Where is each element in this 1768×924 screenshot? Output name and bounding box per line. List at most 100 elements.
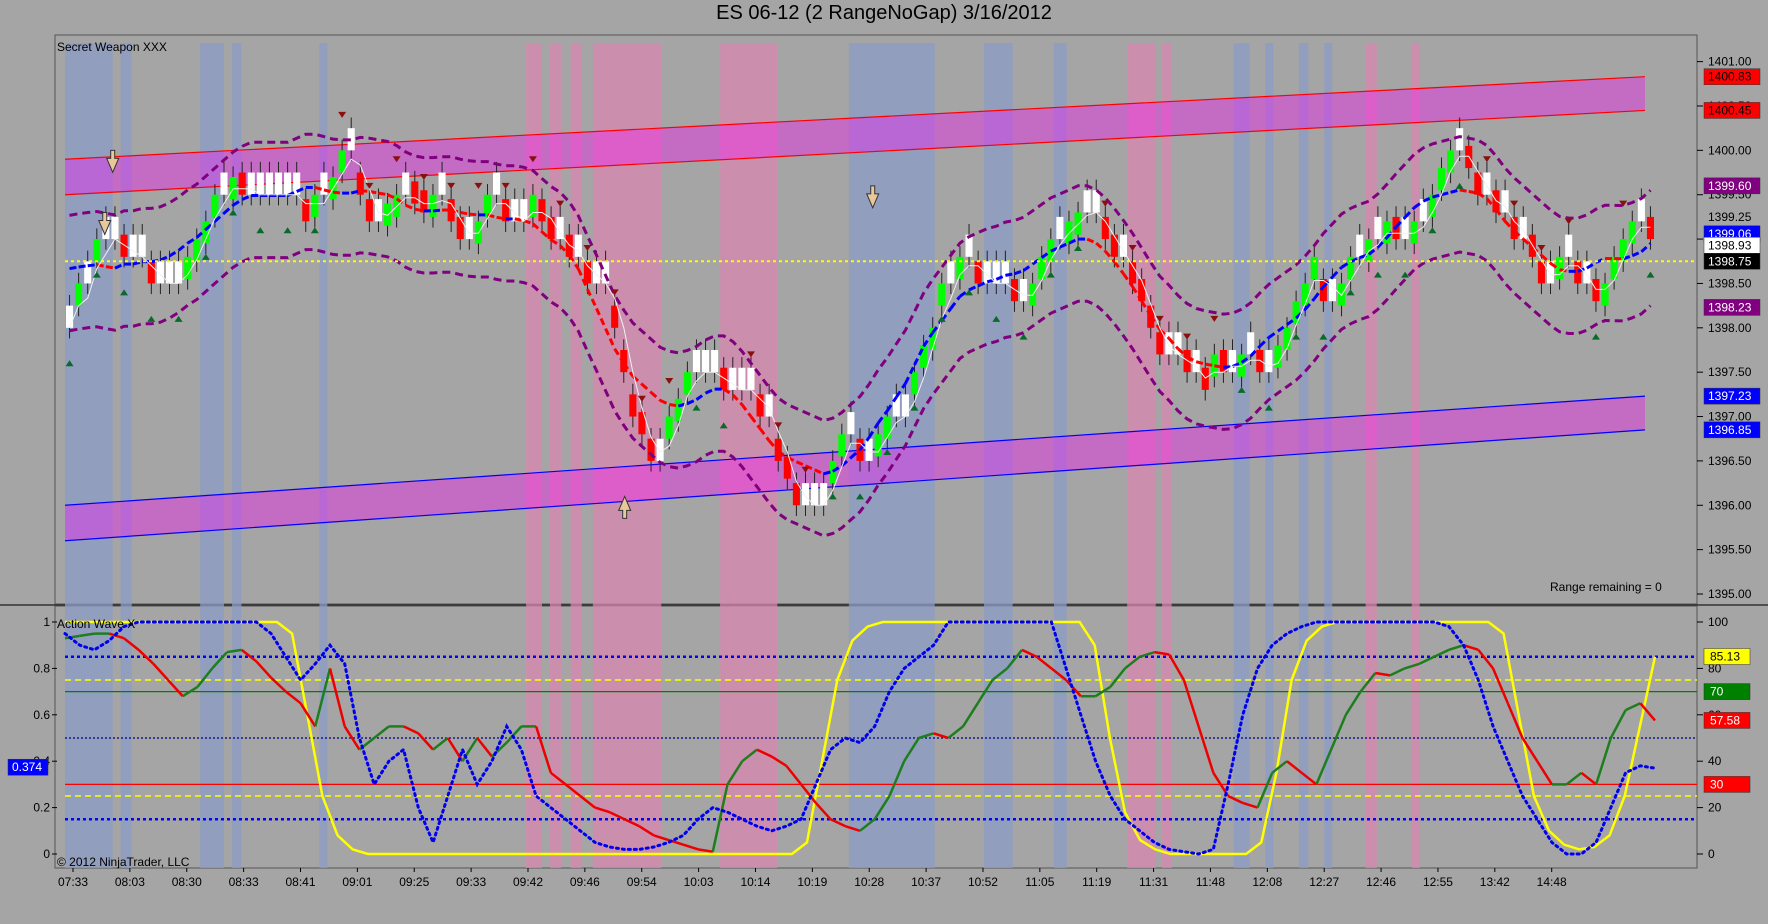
price-tick-label: 1397.50	[1708, 365, 1752, 379]
oscillator-left-tick: 0.2	[33, 801, 50, 815]
price-bar	[402, 172, 410, 195]
price-bar	[193, 239, 201, 262]
range-remaining-text: Range remaining = 0	[1550, 580, 1662, 594]
price-bar	[1592, 279, 1600, 302]
time-tick-label: 08:41	[285, 875, 315, 889]
price-bar	[175, 261, 183, 284]
price-axis: 1401.001400.501400.001399.501399.001398.…	[1697, 55, 1752, 601]
price-bar	[138, 234, 146, 257]
price-tick-label: 1396.00	[1708, 498, 1752, 512]
oscillator-right-tick: 0	[1708, 847, 1715, 861]
price-bar	[1310, 256, 1318, 280]
time-tick-label: 10:19	[797, 875, 827, 889]
price-bar	[720, 367, 728, 390]
price-bar	[111, 216, 119, 240]
price-tick-label: 1398.00	[1708, 321, 1752, 335]
price-tick-label: 1395.00	[1708, 587, 1752, 601]
time-tick-label: 09:54	[627, 875, 657, 889]
price-bar	[947, 261, 955, 284]
price-tick-label: 1396.50	[1708, 454, 1752, 468]
price-bar	[811, 483, 819, 506]
price-bar	[1283, 327, 1291, 350]
time-tick-label: 09:33	[456, 875, 486, 889]
time-tick-label: 10:52	[968, 875, 998, 889]
price-bar	[883, 416, 891, 439]
price-tick-label: 1400.00	[1708, 143, 1752, 157]
price-bar	[1301, 283, 1309, 306]
time-tick-label: 09:01	[342, 875, 372, 889]
price-bar	[256, 172, 264, 195]
price-bar	[456, 216, 464, 240]
shade-band	[720, 43, 778, 868]
price-bar	[302, 199, 310, 222]
price-bar	[1256, 349, 1264, 373]
price-bar	[1238, 354, 1246, 377]
price-badge-label: 1398.23	[1708, 300, 1752, 314]
price-bar	[692, 349, 700, 373]
price-bar	[1328, 279, 1336, 302]
price-bar	[1010, 279, 1018, 302]
price-bar	[247, 172, 255, 195]
shade-band	[1365, 43, 1377, 868]
price-bar	[265, 172, 273, 195]
price-bar	[665, 416, 673, 439]
price-tick-label: 1398.50	[1708, 276, 1752, 290]
oscillator-right-badge-label: 30	[1710, 777, 1724, 791]
oscillator-right-badge-label: 70	[1710, 685, 1724, 699]
price-bar	[1401, 216, 1409, 240]
price-bar	[1083, 190, 1091, 213]
price-bar	[1129, 261, 1137, 284]
price-bar	[538, 199, 546, 222]
price-badge-label: 1398.93	[1708, 238, 1752, 252]
price-bar	[311, 194, 319, 217]
price-bar	[938, 283, 946, 306]
price-bar	[1365, 239, 1373, 262]
price-bar	[547, 216, 555, 240]
oscillator-left-tick: 0	[43, 847, 50, 861]
chart-canvas[interactable]: 1401.001400.501400.001399.501399.001398.…	[0, 0, 1768, 924]
price-bar	[374, 199, 382, 222]
time-tick-label: 12:27	[1309, 875, 1339, 889]
time-tick-label: 10:37	[911, 875, 941, 889]
price-bar	[1228, 349, 1237, 373]
time-tick-label: 11:19	[1082, 875, 1111, 889]
price-bar	[1074, 212, 1082, 235]
time-tick-label: 10:14	[740, 875, 770, 889]
price-bar	[93, 239, 101, 262]
price-bar	[1247, 332, 1255, 355]
time-tick-label: 09:42	[513, 875, 543, 889]
oscillator-right-tick: 40	[1708, 754, 1722, 768]
price-bar	[284, 172, 292, 195]
price-bar	[1510, 216, 1518, 240]
price-bar	[1410, 221, 1418, 244]
price-bar	[120, 234, 128, 257]
oscillator-left-badge-label: 0.374	[12, 760, 42, 774]
price-bar	[1119, 234, 1128, 257]
price-bar	[75, 283, 83, 306]
price-bar	[411, 181, 419, 204]
time-tick-label: 08:03	[115, 875, 145, 889]
price-bar	[574, 234, 582, 257]
price-bar	[1565, 234, 1573, 257]
price-bar	[1265, 349, 1273, 373]
price-bar	[1646, 216, 1654, 240]
price-bar	[1637, 199, 1645, 222]
price-bar	[711, 349, 719, 373]
price-tick-label: 1401.00	[1708, 55, 1752, 69]
shade-band	[1298, 43, 1309, 868]
price-bar	[1001, 261, 1009, 284]
price-bar	[429, 194, 437, 217]
price-bar	[229, 176, 237, 200]
time-tick-label: 09:46	[570, 875, 600, 889]
time-tick-label: 10:28	[854, 875, 884, 889]
time-tick-label: 11:05	[1025, 875, 1054, 889]
price-bar	[910, 372, 919, 395]
time-tick-label: 08:30	[172, 875, 202, 889]
price-bar	[702, 349, 710, 373]
price-bar	[465, 216, 473, 240]
price-bar	[738, 367, 746, 390]
oscillator-right-badge-label: 85.13	[1710, 649, 1740, 663]
price-bar	[520, 199, 528, 222]
price-badges: 1400.831400.451399.601399.251399.061398.…	[1703, 68, 1761, 439]
price-bar	[838, 434, 846, 457]
